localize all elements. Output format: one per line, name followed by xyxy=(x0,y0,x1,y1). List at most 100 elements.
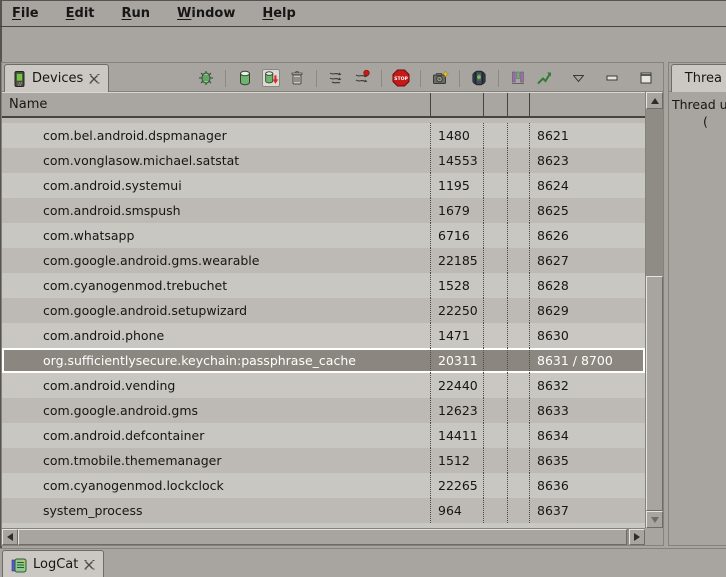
port-cell: 8628 xyxy=(530,273,645,298)
menu-file[interactable]: File xyxy=(12,6,39,21)
process-name-cell: com.whatsapp xyxy=(2,223,431,248)
devices-view: Devices xyxy=(1,62,664,546)
pid-cell: 1480 xyxy=(431,123,484,148)
threads-view: Threa Thread up ( xyxy=(668,62,726,546)
tab-threads[interactable]: Threa xyxy=(671,64,726,92)
column-header-b[interactable] xyxy=(508,93,530,116)
process-name-cell: com.bel.android.dspmanager xyxy=(2,123,431,148)
table-row[interactable]: com.android.smspush 1679 8625 xyxy=(2,198,645,223)
pid-cell: 1528 xyxy=(431,273,484,298)
table-row[interactable]: com.google.android.setupwizard 22250 862… xyxy=(2,298,645,323)
process-name-cell: com.cyanogenmod.lockclock xyxy=(2,473,431,498)
process-name-cell: com.android.defcontainer xyxy=(2,423,431,448)
scroll-down-button[interactable] xyxy=(646,511,663,528)
process-table: com.bel.android.dspmanager 1480 8621 com… xyxy=(2,118,645,528)
port-cell: 8637 xyxy=(530,498,645,523)
close-icon[interactable] xyxy=(89,73,100,84)
tab-devices-label: Devices xyxy=(32,71,83,86)
process-name-cell: org.sufficientlysecure.keychain:passphra… xyxy=(2,348,431,373)
process-name-cell: com.cyanogenmod.trebuchet xyxy=(2,273,431,298)
scrollbar-corner xyxy=(645,528,663,545)
scroll-right-button[interactable] xyxy=(629,529,645,545)
port-cell: 8633 xyxy=(530,398,645,423)
tab-devices[interactable]: Devices xyxy=(4,64,109,92)
vertical-scrollbar[interactable] xyxy=(645,92,663,528)
menu-bar: File Edit Run Window Help xyxy=(0,0,726,27)
table-row-selected[interactable]: org.sufficientlysecure.keychain:passphra… xyxy=(2,348,645,373)
table-row[interactable]: com.bel.android.dspmanager 1480 8621 xyxy=(2,123,645,148)
pid-cell: 22250 xyxy=(431,298,484,323)
table-row[interactable]: com.vonglasow.michael.satstat 14553 8623 xyxy=(2,148,645,173)
scroll-up-button[interactable] xyxy=(646,92,663,109)
logcat-icon xyxy=(11,557,27,573)
column-header-name[interactable]: Name xyxy=(2,93,431,116)
table-row[interactable]: com.cyanogenmod.trebuchet 1528 8628 xyxy=(2,273,645,298)
update-heap-icon[interactable] xyxy=(236,69,254,87)
port-cell: 8627 xyxy=(530,248,645,273)
pid-cell: 6716 xyxy=(431,223,484,248)
scrollbar-thumb[interactable] xyxy=(18,529,627,545)
pid-cell: 22185 xyxy=(431,248,484,273)
dump-hprof-icon[interactable] xyxy=(262,69,280,87)
scroll-left-button[interactable] xyxy=(2,529,18,545)
start-tracing-icon[interactable] xyxy=(535,69,553,87)
table-row[interactable]: com.android.systemui 1195 8624 xyxy=(2,173,645,198)
table-row[interactable]: com.google.android.gms.wearable 22185 86… xyxy=(2,248,645,273)
screen-capture-icon[interactable] xyxy=(431,69,449,87)
process-name-cell: com.android.systemui xyxy=(2,173,431,198)
stop-process-icon[interactable]: STOP xyxy=(392,69,410,87)
table-row[interactable]: com.tmobile.thememanager 1512 8635 xyxy=(2,448,645,473)
down-arrow-icon xyxy=(651,517,659,523)
menu-help[interactable]: Help xyxy=(262,6,295,21)
table-row[interactable]: com.android.defcontainer 14411 8634 xyxy=(2,423,645,448)
ddms-window: { "menu": { "items": [ { "mnemonic": "F"… xyxy=(0,0,726,577)
table-header: Name xyxy=(2,92,645,118)
cause-gc-icon[interactable] xyxy=(288,69,306,87)
table-row[interactable]: system_process 964 8637 xyxy=(2,498,645,523)
svg-text:STOP: STOP xyxy=(394,76,408,82)
horizontal-scrollbar[interactable] xyxy=(2,528,645,545)
column-header-a[interactable] xyxy=(484,93,508,116)
scrollbar-track[interactable] xyxy=(646,109,663,276)
process-name-cell: com.vonglasow.michael.satstat xyxy=(2,148,431,173)
reset-adb-icon[interactable] xyxy=(470,69,488,87)
table-row[interactable]: com.android.phone 1471 8630 xyxy=(2,323,645,348)
pid-cell: 14553 xyxy=(431,148,484,173)
tab-logcat-label: LogCat xyxy=(33,557,78,572)
threads-icon xyxy=(678,72,679,86)
method-profiling-icon[interactable] xyxy=(509,69,527,87)
scrollbar-thumb[interactable] xyxy=(646,276,663,511)
process-name-cell: com.google.android.gms.wearable xyxy=(2,248,431,273)
port-cell: 8629 xyxy=(530,298,645,323)
table-row[interactable]: com.cyanogenmod.lockclock 22265 8636 xyxy=(2,473,645,498)
process-name-cell: com.android.vending xyxy=(2,373,431,398)
pid-cell: 964 xyxy=(431,498,484,523)
table-row[interactable]: com.google.android.gms 12623 8633 xyxy=(2,398,645,423)
menu-window[interactable]: Window xyxy=(177,6,235,21)
update-threads-icon[interactable] xyxy=(327,69,345,87)
table-row[interactable]: com.whatsapp 6716 8626 xyxy=(2,223,645,248)
port-cell: 8634 xyxy=(530,423,645,448)
column-header-port[interactable] xyxy=(530,93,645,116)
process-name-cell: com.android.phone xyxy=(2,323,431,348)
menu-edit[interactable]: Edit xyxy=(66,6,95,21)
maximize-icon[interactable] xyxy=(637,69,655,87)
view-menu-icon[interactable] xyxy=(569,69,587,87)
pid-cell: 1471 xyxy=(431,323,484,348)
process-name-cell: system_process xyxy=(2,498,431,523)
devices-tabbar: Devices xyxy=(2,63,663,92)
menu-run[interactable]: Run xyxy=(122,6,151,21)
port-cell: 8636 xyxy=(530,473,645,498)
pid-cell: 22265 xyxy=(431,473,484,498)
dump-threads-icon[interactable] xyxy=(353,69,371,87)
tab-logcat[interactable]: LogCat xyxy=(2,550,104,577)
debug-process-icon[interactable] xyxy=(197,69,215,87)
column-header-pid[interactable] xyxy=(431,93,484,116)
minimize-icon[interactable] xyxy=(603,69,621,87)
toolbar-separator xyxy=(459,70,460,87)
toolbar-separator xyxy=(498,70,499,87)
process-name-cell: com.android.smspush xyxy=(2,198,431,223)
table-row[interactable]: com.android.vending 22440 8632 xyxy=(2,373,645,398)
threads-message: Thread up ( xyxy=(669,92,726,130)
close-icon[interactable] xyxy=(84,559,95,570)
